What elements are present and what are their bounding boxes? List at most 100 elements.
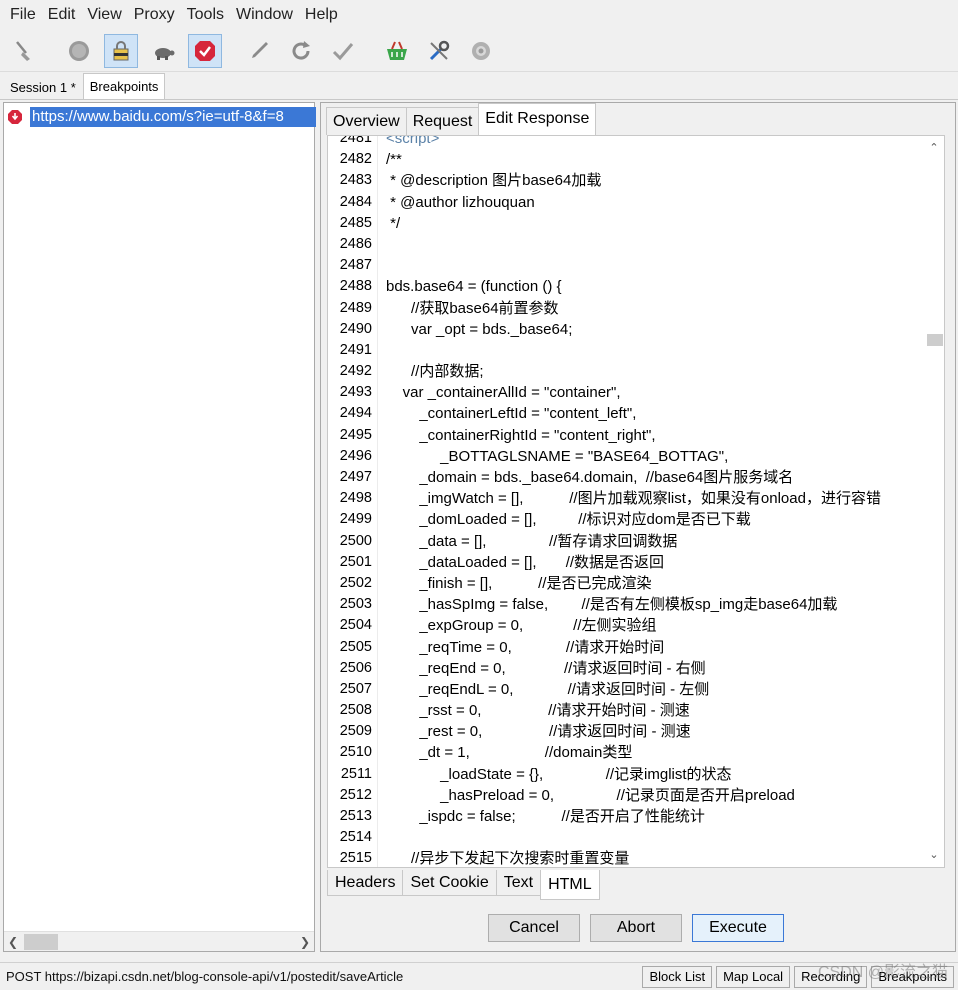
menu-window[interactable]: Window (230, 0, 299, 30)
tab-headers[interactable]: Headers (327, 870, 404, 896)
code-line: 2507 _reqEndL = 0, //请求返回时间 - 左侧 (328, 679, 923, 700)
code-line: 2504 _expGroup = 0, //左侧实验组 (328, 615, 923, 636)
pen-icon[interactable] (242, 34, 276, 68)
tab-text[interactable]: Text (495, 870, 542, 896)
code-text: //获取base64前置参数 (386, 299, 559, 317)
tab-html[interactable]: HTML (540, 870, 600, 900)
tab-set-cookie[interactable]: Set Cookie (402, 870, 497, 896)
code-text: _reqEnd = 0, //请求返回时间 - 右侧 (386, 659, 706, 677)
request-list-panel: https://www.baidu.com/s?ie=utf-8&f=8 ❮ ❯ (3, 102, 316, 952)
line-number: 2494 (339, 405, 372, 422)
block-list-button[interactable]: Block List (642, 965, 713, 988)
toolbar (0, 30, 958, 72)
scroll-up-icon[interactable]: ⌃ (924, 138, 944, 158)
code-line: 2510 _dt = 1, //domain类型 (328, 742, 923, 763)
code-line: 2492 //内部数据; (328, 361, 923, 382)
code-line: 2509 _rest = 0, //请求返回时间 - 测速 (328, 721, 923, 742)
line-number: 2503 (339, 596, 372, 613)
line-number: 2499 (339, 511, 372, 528)
code-text: _BOTTAGLSNAME = "BASE64_BOTTAG", (386, 447, 729, 465)
code-text: _containerLeftId = "content_left", (386, 405, 637, 423)
code-text: _dataLoaded = [], //数据是否返回 (386, 553, 665, 571)
request-url[interactable]: https://www.baidu.com/s?ie=utf-8&f=8 (30, 107, 316, 127)
code-line: 2511 _loadState = {}, //记录imglist的状态 (328, 764, 923, 785)
scroll-down-icon[interactable]: ⌄ (924, 845, 944, 865)
menu-help[interactable]: Help (299, 0, 344, 30)
line-number: 2489 (339, 299, 372, 316)
abort-button[interactable]: Abort (590, 914, 682, 942)
tools-icon[interactable] (422, 34, 456, 68)
line-number: 2481 (339, 135, 372, 146)
line-number: 2514 (339, 829, 372, 846)
scroll-right-icon[interactable]: ❯ (300, 935, 310, 949)
line-number: 2491 (339, 341, 372, 358)
code-line: 2494 _containerLeftId = "content_left", (328, 403, 923, 424)
code-line: 2484 * @author lizhouquan (328, 192, 923, 213)
code-text: _domain = bds._base64.domain, //base64图片… (386, 469, 794, 486)
menu-proxy[interactable]: Proxy (128, 0, 181, 30)
code-line: 2515 //异步下发起下次搜索时重置变量 (328, 848, 923, 867)
turtle-icon[interactable] (146, 34, 180, 68)
code-text: */ (386, 214, 401, 232)
code-line: 2508 _rsst = 0, //请求开始时间 - 测速 (328, 700, 923, 721)
scroll-left-icon[interactable]: ❮ (8, 935, 18, 949)
code-text: _reqTime = 0, //请求开始时间 (386, 638, 665, 656)
code-text: var _containerAllId = "container", (386, 384, 621, 402)
code-line: 2487 (328, 255, 923, 276)
menu-bar: File Edit View Proxy Tools Window Help (0, 0, 958, 30)
code-line: 2499 _domLoaded = [], //标识对应dom是否已下载 (328, 509, 923, 530)
code-line: 2482 /** (328, 149, 923, 170)
code-text: var _opt = bds._base64; (386, 320, 573, 338)
code-text: _domLoaded = [], //标识对应dom是否已下载 (386, 511, 751, 529)
list-item[interactable]: https://www.baidu.com/s?ie=utf-8&f=8 (8, 107, 316, 127)
vertical-scrollbar[interactable]: ⌃ ⌄ (924, 136, 944, 867)
status-text: POST https://bizapi.csdn.net/blog-consol… (6, 969, 404, 984)
line-number: 2512 (339, 786, 372, 803)
line-number: 2488 (339, 278, 372, 295)
scroll-thumb[interactable] (24, 934, 58, 950)
code-text: _rsst = 0, //请求开始时间 - 测速 (386, 702, 690, 720)
record-icon[interactable] (62, 34, 96, 68)
session-tab-bar: Session 1 * Breakpoints (0, 73, 958, 100)
code-line: 2483 * @description 图片base64加载 (328, 170, 923, 191)
code-text: _hasSpImg = false, //是否有左侧模板sp_img走base6… (386, 596, 838, 614)
scroll-thumb[interactable] (927, 334, 943, 346)
watermark: CSDN @影流之猫 (817, 964, 948, 981)
code-text: _finish = [], //是否已完成渲染 (386, 574, 652, 592)
refresh-icon[interactable] (284, 34, 318, 68)
tab-request[interactable]: Request (405, 107, 480, 135)
breakpoint-request-icon (8, 110, 22, 124)
tab-breakpoints[interactable]: Breakpoints (82, 73, 166, 99)
breakpoint-icon[interactable] (188, 33, 222, 68)
map-local-button[interactable]: Map Local (716, 965, 791, 988)
line-number: 2500 (339, 532, 372, 549)
execute-button[interactable]: Execute (692, 914, 784, 942)
line-number: 2496 (339, 447, 372, 464)
cancel-button[interactable]: Cancel (488, 914, 580, 942)
code-line: 2497 _domain = bds._base64.domain, //bas… (328, 467, 923, 488)
code-text: bds.base64 = (function () { (386, 278, 562, 296)
code-text: //内部数据; (386, 363, 484, 381)
code-line: 2512 _hasPreload = 0, //记录页面是否开启preload (328, 785, 923, 806)
menu-edit[interactable]: Edit (42, 0, 82, 30)
horizontal-scrollbar[interactable]: ❮ ❯ (4, 931, 314, 951)
menu-tools[interactable]: Tools (181, 0, 230, 30)
menu-file[interactable]: File (4, 0, 42, 30)
code-text: _reqEndL = 0, //请求返回时间 - 左侧 (386, 680, 710, 698)
line-number: 2495 (339, 426, 372, 443)
code-line: 2493 var _containerAllId = "container", (328, 382, 923, 403)
settings-gear-icon[interactable] (464, 34, 498, 68)
line-number: 2487 (339, 257, 372, 274)
line-number: 2513 (339, 808, 372, 824)
checkmark-icon[interactable] (326, 34, 360, 68)
broom-icon[interactable] (8, 34, 42, 68)
tab-edit-response[interactable]: Edit Response (478, 103, 597, 135)
ssl-lock-icon[interactable] (104, 33, 138, 68)
basket-icon[interactable] (380, 34, 414, 68)
tab-overview[interactable]: Overview (326, 107, 407, 135)
response-code-editor[interactable]: 2481 <script> 2482/** 2483 * @description 图… (327, 135, 945, 868)
tab-session-1[interactable]: Session 1 * (3, 75, 83, 99)
menu-view[interactable]: View (81, 0, 127, 30)
breakpoint-editor-panel: Overview Request Edit Response 2481 <scri… (320, 102, 956, 952)
